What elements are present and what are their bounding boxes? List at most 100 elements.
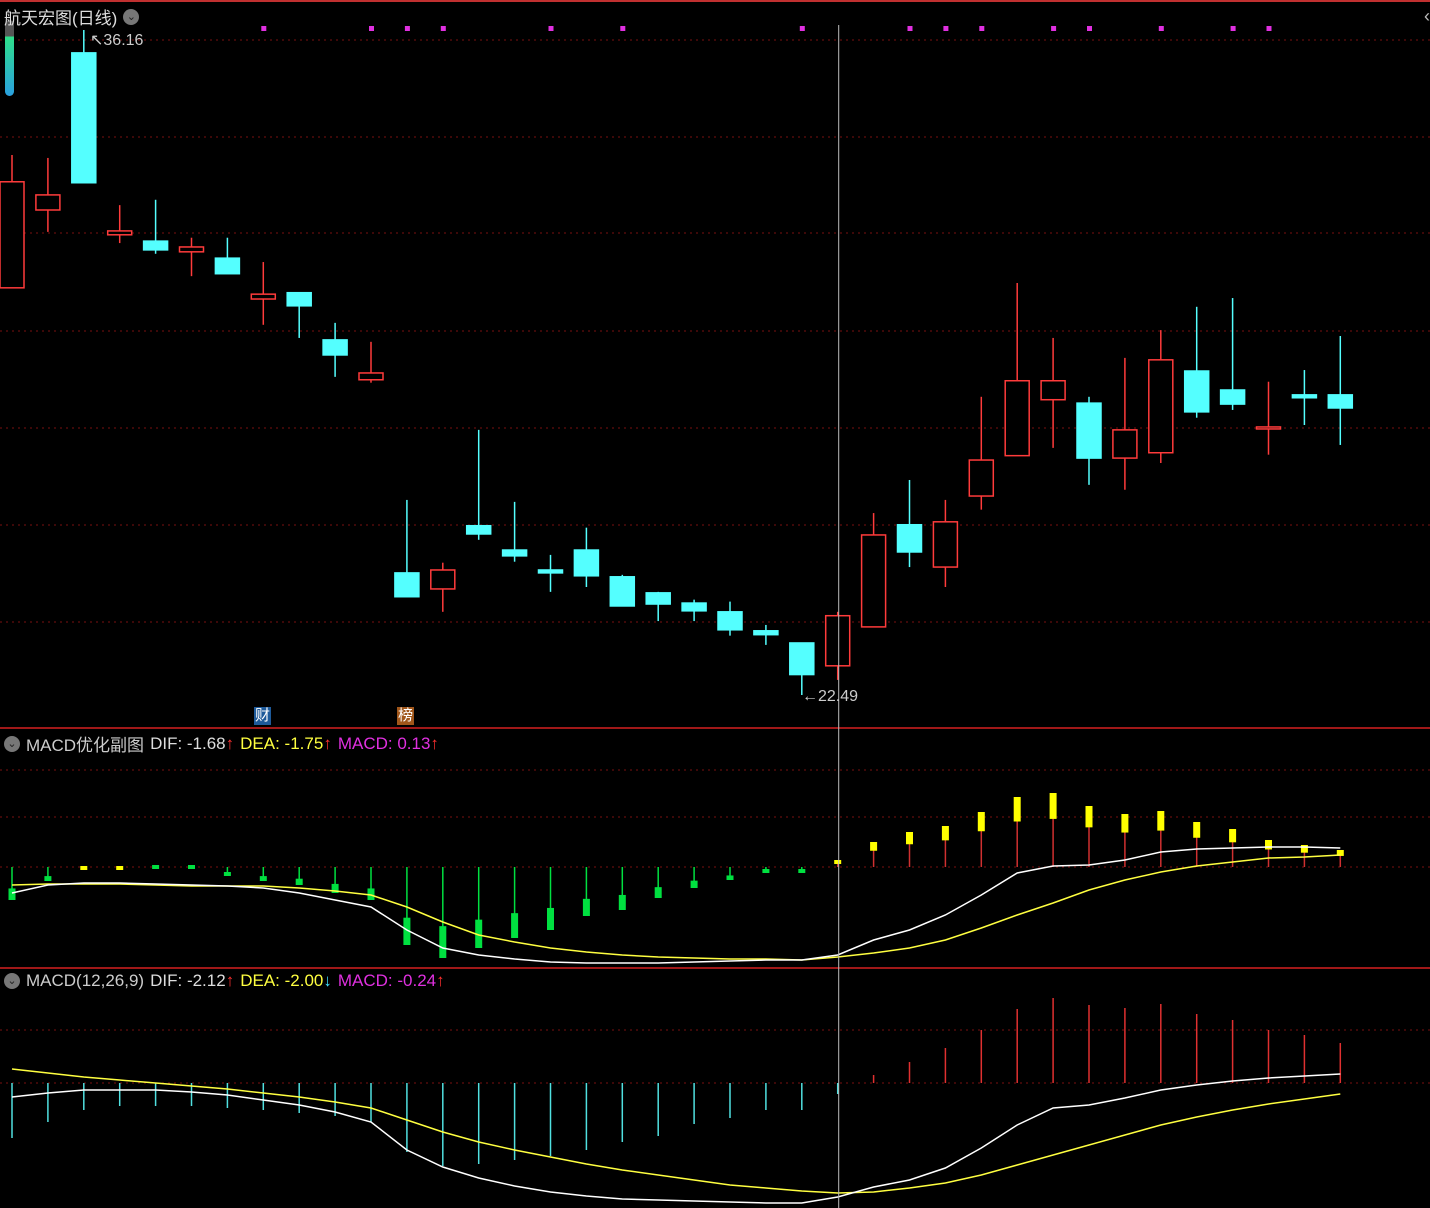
sub1-header: ⌄ MACD优化副图 DIF: -1.68↑ DEA: -1.75↑ MACD:… [4, 731, 439, 756]
arrow-up-icon: ↑ [430, 733, 439, 753]
sub1-hist-bar [223, 872, 231, 876]
ranking-marker[interactable]: 榜 [397, 707, 415, 725]
sub2-dea: DEA: -2.00↓ [240, 971, 332, 991]
sub2-name: MACD(12,26,9) [26, 971, 145, 990]
candle-down [753, 630, 779, 636]
sub2-dea-line [11, 1068, 1341, 1194]
candle-up [0, 181, 25, 289]
sub1-hist-bar [8, 888, 16, 900]
candle-down [573, 549, 600, 577]
collapse-panel-icon[interactable]: ‹ [1424, 6, 1430, 27]
candle-up [1255, 426, 1282, 430]
sub1-hist-bar [188, 865, 195, 869]
candle-up [968, 459, 995, 497]
kline-chart[interactable] [0, 0, 1430, 1208]
sub1-hist-bar [1013, 797, 1021, 822]
event-dot [1158, 26, 1164, 31]
price-low-value: 22.49 [818, 688, 859, 705]
sub1-hist-bar [44, 876, 52, 881]
sub1-hist-bar [1193, 822, 1201, 838]
volume-level-indicator [5, 20, 14, 96]
sub2-dea-value: DEA: -2.00 [240, 971, 324, 990]
event-dot [943, 26, 949, 31]
candle-down [322, 339, 348, 356]
sub1-name: MACD优化副图 [26, 736, 145, 755]
candle-up [430, 569, 456, 590]
event-dot [1051, 26, 1057, 31]
arrow-down-icon: ↓ [323, 971, 332, 990]
sub1-dea-line [11, 854, 1341, 961]
sub1-hist-bar [80, 866, 88, 870]
sub1-hist-bar [1121, 814, 1129, 833]
sub2-dif-line [11, 1073, 1341, 1204]
sub2-macd: MACD: -0.24↑ [338, 971, 445, 991]
price-high-label: ↖36.16 [90, 32, 144, 49]
event-dot [1266, 26, 1272, 31]
candle-down [717, 611, 743, 631]
sub1-hist-bar [906, 832, 913, 845]
event-dot [1230, 26, 1236, 31]
sub1-hist-bar [834, 860, 842, 864]
event-dot [620, 26, 626, 31]
candle-up [1148, 359, 1174, 454]
sub1-hist-bar [690, 880, 698, 888]
dropdown-icon[interactable]: ⌄ [123, 8, 140, 25]
candle-up [1040, 379, 1066, 401]
sub1-hist-bar [654, 887, 662, 898]
finance-marker[interactable]: 财 [254, 707, 272, 725]
candle-down [1076, 402, 1102, 459]
sub1-hist-bar [762, 869, 770, 873]
candle-up [824, 614, 851, 667]
candle-up [178, 246, 205, 253]
event-dot [1087, 26, 1092, 31]
stock-title: 航天宏图(日线) [4, 9, 118, 28]
sub2-macd-value: MACD: -0.24 [337, 971, 437, 990]
event-dot [440, 26, 446, 31]
main-chart-header: 航天宏图(日线) ⌄ [4, 4, 140, 29]
candle-down [789, 642, 815, 676]
candle-down [1327, 394, 1354, 409]
event-dot [369, 26, 374, 31]
candle-down [286, 291, 312, 307]
event-dot [404, 26, 410, 31]
sub2-dif-value: DIF: -2.12 [150, 971, 226, 990]
candle-down [214, 257, 241, 275]
event-dot [799, 26, 805, 31]
sub1-hist-bar [116, 866, 124, 870]
price-high-value: 36.16 [103, 32, 144, 49]
candle-up [250, 293, 277, 300]
sub1-hist-bar [511, 913, 519, 938]
candle-down [501, 549, 528, 557]
sub1-dif-value: DIF: -1.68 [150, 733, 226, 753]
sub2-dropdown-icon[interactable]: ⌄ [4, 973, 20, 989]
sub1-dif: DIF: -1.68↑ [150, 734, 234, 754]
candle-down [1219, 389, 1246, 405]
candle-down [1291, 394, 1318, 399]
candle-up [860, 534, 887, 628]
candle-down [609, 576, 636, 607]
arrow-up-icon: ↑ [225, 733, 235, 753]
sub1-hist-bar [547, 907, 554, 930]
sub1-hist-bar [582, 898, 590, 916]
arrow-up-icon: ↑ [225, 971, 235, 990]
sub1-hist-bar [1300, 845, 1308, 853]
candle-down [537, 569, 564, 574]
sub1-hist-bar [798, 869, 806, 873]
sub1-hist-bar [618, 894, 626, 910]
candle-down [1183, 370, 1210, 413]
candle-down [681, 602, 707, 612]
sub1-hist-bar [295, 878, 303, 885]
candle-down [142, 240, 169, 251]
sub1-hist-bar [1157, 811, 1165, 831]
sub1-dropdown-icon[interactable]: ⌄ [4, 735, 20, 752]
sub1-macd-value: MACD: 0.13 [337, 733, 431, 753]
sub1-hist-bar [941, 826, 949, 841]
candle-down [394, 572, 420, 598]
candle-up [1112, 429, 1138, 459]
candle-up [1004, 379, 1030, 457]
sub1-dif-line [11, 846, 1341, 964]
candle-down [465, 524, 492, 535]
sub1-hist-bar [1085, 806, 1093, 828]
sub1-hist-bar [439, 926, 447, 958]
sub1-dea: DEA: -1.75↑ [240, 734, 332, 754]
